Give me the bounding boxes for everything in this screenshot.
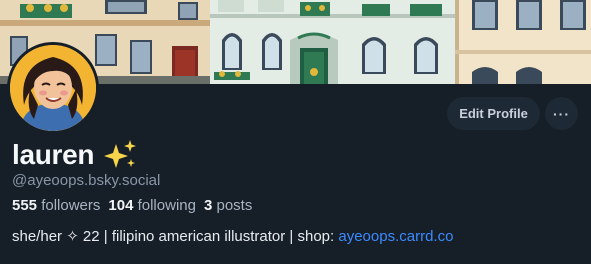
avatar[interactable] <box>7 42 99 134</box>
name-row: lauren <box>12 139 138 171</box>
avatar-portrait <box>10 45 96 131</box>
following-count: 104 <box>108 197 134 214</box>
following-stat[interactable]: 104 following <box>108 197 196 214</box>
posts-stat: 3 posts <box>204 197 252 214</box>
followers-count: 555 <box>12 197 38 214</box>
followers-stat[interactable]: 555 followers <box>12 197 100 214</box>
display-name: lauren <box>12 139 95 170</box>
edit-profile-button[interactable]: Edit Profile <box>447 97 540 130</box>
profile-stats: 555 followers 104 following 3 posts <box>12 197 260 214</box>
more-dots-icon: ··· <box>553 105 570 122</box>
profile-handle: @ayeoops.bsky.social <box>12 172 161 189</box>
shop-link[interactable]: ayeoops.carrd.co <box>338 228 453 245</box>
more-options-button[interactable]: ··· <box>545 97 578 130</box>
sparkles-icon <box>104 140 137 168</box>
bio-text: she/her ✧ 22 | filipino american illustr… <box>12 228 339 245</box>
posts-label: posts <box>216 197 253 214</box>
followers-label: followers <box>41 197 101 214</box>
following-label: following <box>137 197 196 214</box>
posts-count: 3 <box>203 197 213 214</box>
profile-bio: she/her ✧ 22 | filipino american illustr… <box>12 227 453 245</box>
